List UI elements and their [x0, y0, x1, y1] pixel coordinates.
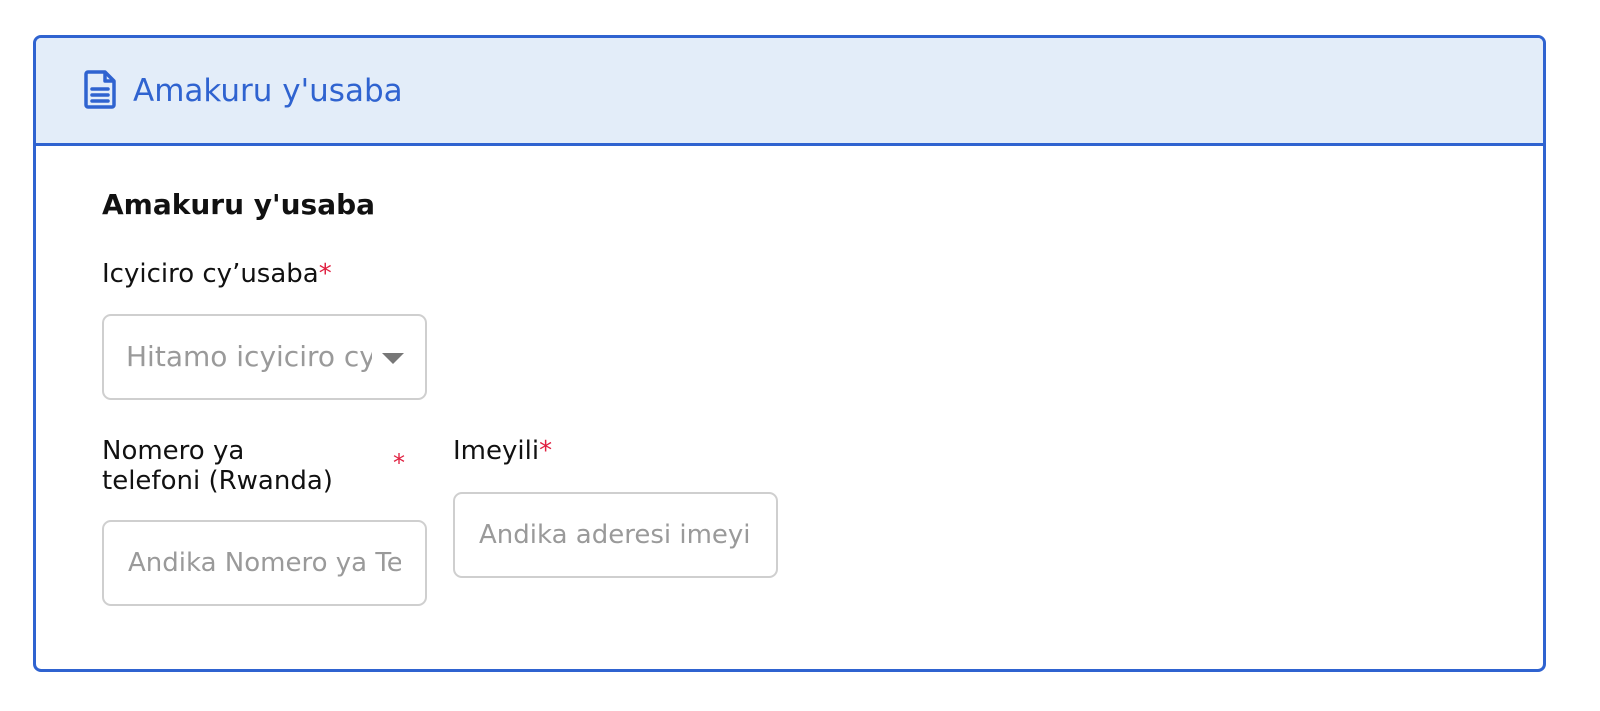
category-select[interactable]: Hitamo icyiciro cy’usaba	[102, 314, 427, 400]
category-label: Icyiciro cy’usaba*	[102, 259, 332, 289]
section-title: Amakuru y'usaba	[102, 188, 376, 221]
chevron-down-icon	[382, 353, 404, 364]
document-icon	[83, 69, 119, 109]
email-label: Imeyili*	[453, 436, 552, 466]
phone-input[interactable]	[102, 520, 427, 606]
email-input[interactable]	[453, 492, 778, 578]
required-mark: *	[393, 449, 405, 477]
email-label-text: Imeyili	[453, 436, 540, 466]
category-select-placeholder: Hitamo icyiciro cy’usaba	[126, 340, 372, 373]
card-header: Amakuru y'usaba	[36, 38, 1543, 146]
phone-label: Nomero ya telefoni (Rwanda)	[102, 436, 333, 496]
applicant-info-card: Amakuru y'usaba Amakuru y'usaba Icyiciro…	[33, 35, 1546, 672]
card-title: Amakuru y'usaba	[133, 73, 403, 109]
required-mark: *	[318, 259, 332, 289]
required-mark: *	[539, 436, 553, 466]
category-label-text: Icyiciro cy’usaba	[102, 259, 319, 289]
